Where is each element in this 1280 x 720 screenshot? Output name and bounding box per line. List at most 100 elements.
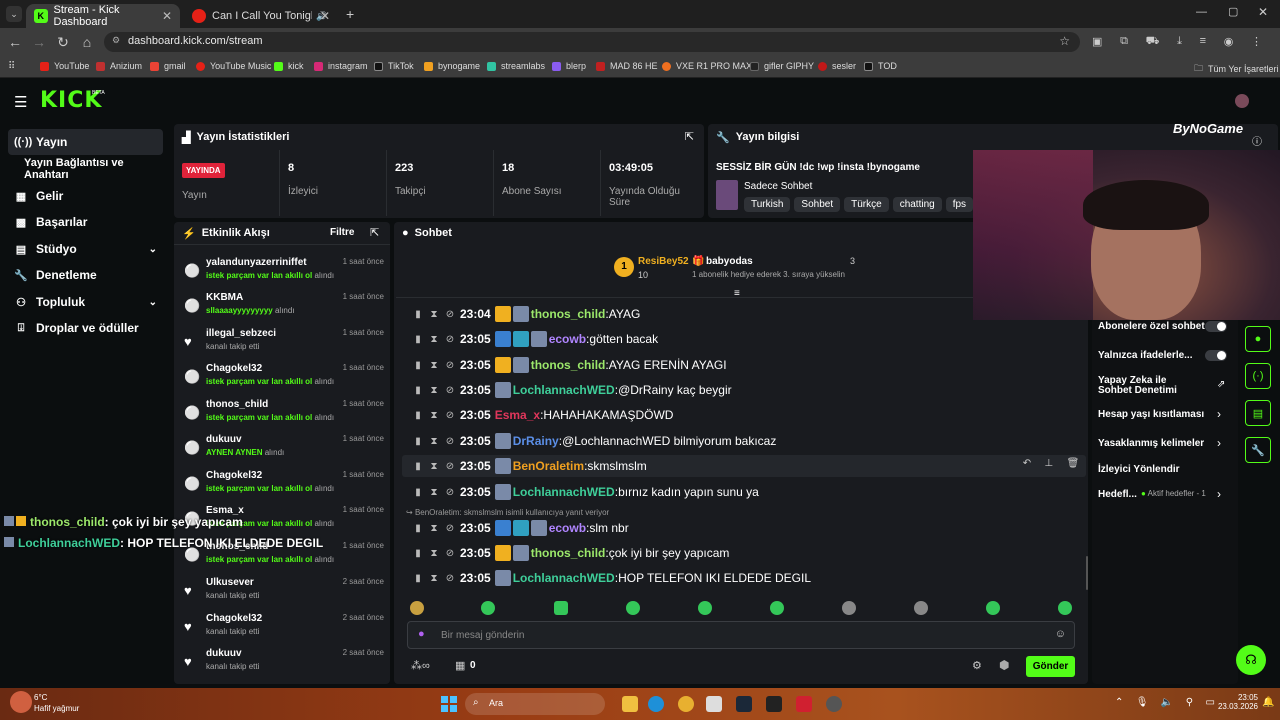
bookmark-item[interactable]: instagram [314, 61, 368, 71]
emote-icon[interactable] [698, 601, 712, 615]
taskbar-search[interactable]: ⌕ Ara [465, 693, 605, 715]
store-icon[interactable]: ▦ [455, 659, 465, 672]
bookmark-item[interactable]: TikTok [374, 61, 414, 71]
download-icon[interactable]: ⤓ [1177, 35, 1182, 49]
emote-icon[interactable] [554, 601, 568, 615]
activity-item[interactable]: ♥ Chagokel32 kanalı takip etti 2 saat önce [180, 613, 384, 649]
tab-kick-dashboard[interactable]: K Stream - Kick Dashboard ✕ [26, 4, 180, 28]
trash-icon[interactable]: ▮ [410, 436, 426, 447]
info-icon[interactable]: ⓘ [1252, 133, 1262, 148]
extension-icon[interactable]: ▣ [1092, 35, 1102, 49]
chat-message[interactable]: ▮ ⧗ ⊘ 23:05 thonos_child: çok iyi bir şey ya… [410, 542, 729, 564]
profile-avatar-icon[interactable]: ◉ [1224, 35, 1234, 49]
broadcast-sidebar-button[interactable]: (·) [1245, 363, 1271, 389]
trash-icon[interactable]: ▮ [410, 523, 426, 534]
timeout-icon[interactable]: ⧗ [426, 523, 442, 534]
activity-item[interactable]: ♥ dukuuv kanalı takip etti 2 saat önce [180, 648, 384, 684]
bot-icon[interactable]: ⬢ [999, 658, 1009, 672]
trash-icon[interactable]: ▮ [410, 487, 426, 498]
message-user[interactable]: BenOraletim [513, 459, 584, 473]
message-user[interactable]: thonos_child [531, 358, 606, 372]
minimize-icon[interactable]: — [1196, 6, 1207, 18]
activity-item[interactable]: ♥ Ulkusever kanalı takip etti 2 saat önce [180, 577, 384, 613]
ban-icon[interactable]: ⊘ [442, 523, 458, 534]
activity-item[interactable]: ⚪ Chagokel32 istek parçam var lan akıllı o… [180, 470, 384, 506]
bookmark-item[interactable]: sesler [818, 61, 856, 71]
stream-title[interactable]: SESSİZ BİR GÜN !dc !wp !insta !bynogame [716, 162, 920, 173]
message-user[interactable]: LochlannachWED [513, 383, 615, 397]
timeout-icon[interactable]: ⧗ [426, 334, 442, 345]
trash-icon[interactable]: ▮ [410, 410, 426, 421]
nav-item-droplar[interactable]: ⍗ Droplar ve ödüller [8, 315, 163, 341]
timeout-icon[interactable]: ⧗ [426, 487, 442, 498]
message-user[interactable]: thonos_child [531, 546, 606, 560]
back-icon[interactable]: ← [6, 34, 24, 50]
bookmark-item[interactable]: kick [274, 61, 304, 71]
steam-icon[interactable] [736, 696, 752, 712]
close-icon[interactable]: ✕ [162, 9, 172, 23]
bookmark-item[interactable]: blerp [552, 61, 586, 71]
banned-words-setting[interactable]: Yasaklanmış kelimeler [1098, 438, 1204, 449]
ban-icon[interactable]: ⊘ [442, 334, 458, 345]
chat-message[interactable]: ▮ ⧗ ⊘ 23:05 thonos_child: AYAG ERENİN AYAGI [410, 354, 727, 376]
nav-item-stream-key[interactable]: Yayın Bağlantısı ve Anahtarı [18, 156, 170, 182]
clock[interactable]: 23:05 23.03.2026 [1214, 693, 1258, 711]
forward-icon[interactable]: → [30, 34, 48, 50]
volume-icon[interactable]: 🔈 [1161, 697, 1173, 708]
apps-icon[interactable]: ⠿ [8, 61, 15, 72]
activity-item[interactable]: ♥ illegal_sebzeci kanalı takip etti 1 saat … [180, 328, 384, 364]
puzzle-icon[interactable]: ⧉ [1120, 35, 1128, 49]
ban-icon[interactable]: ⊘ [442, 573, 458, 584]
timeout-icon[interactable]: ⧗ [426, 573, 442, 584]
message-user[interactable]: ecowb [549, 521, 586, 535]
site-info-icon[interactable]: ⚙ [112, 35, 120, 46]
activity-item[interactable]: ⚪ KKBMA sllaaaayyyyyyyyy alındı 1 saat önce [180, 292, 384, 328]
media-sidebar-button[interactable]: ▤ [1245, 400, 1271, 426]
ban-icon[interactable]: ⊘ [442, 385, 458, 396]
bookmark-item[interactable]: MAD 86 HE [596, 61, 658, 71]
account-age-setting[interactable]: Hesap yaşı kısıtlaması [1098, 409, 1204, 420]
emote-icon[interactable] [626, 601, 640, 615]
timeout-icon[interactable]: ⧗ [426, 436, 442, 447]
send-button[interactable]: Gönder [1026, 656, 1075, 677]
emote-icon[interactable] [410, 601, 424, 615]
trash-icon[interactable]: ▮ [410, 385, 426, 396]
reply-icon[interactable]: ↶ [1023, 458, 1031, 474]
message-user[interactable]: thonos_child [531, 307, 606, 321]
points-icon[interactable]: ⁂∞ [411, 659, 430, 672]
ban-icon[interactable]: ⊘ [442, 461, 458, 472]
ship-icon[interactable]: ⛟ [1146, 35, 1160, 49]
epic-games-icon[interactable] [766, 696, 782, 712]
new-tab-icon[interactable]: + [346, 6, 354, 22]
chevron-right-icon[interactable]: › [1217, 407, 1221, 421]
chat-input[interactable]: ● Bir mesaj gönderin ☺ [407, 621, 1075, 649]
message-user[interactable]: LochlannachWED [513, 485, 615, 499]
trash-icon[interactable]: ▮ [410, 309, 426, 320]
moderation-sidebar-button[interactable]: 🔧 [1245, 437, 1271, 463]
chat-message[interactable]: ▮ ⧗ ⊘ 23:05 LochlannachWED: HOP TELEFON IKI … [410, 567, 811, 589]
app-icon[interactable] [796, 696, 812, 712]
popout-icon[interactable]: ⇱ [685, 130, 694, 143]
notification-bell-icon[interactable]: 🔔 [1262, 697, 1274, 708]
emoji-picker-icon[interactable]: ☺ [1055, 628, 1066, 640]
timeout-icon[interactable]: ⧗ [426, 309, 442, 320]
delete-icon[interactable]: 🗑 [1067, 458, 1080, 474]
bookmark-item[interactable]: YouTube [40, 61, 89, 71]
tab-search-icon[interactable]: ⌄ [6, 6, 22, 22]
settings-gear-icon[interactable]: ⚙ [972, 659, 982, 672]
ban-icon[interactable]: ⊘ [442, 548, 458, 559]
trash-icon[interactable]: ▮ [410, 548, 426, 559]
message-user[interactable]: LochlannachWED [513, 571, 615, 585]
nav-item-gelir[interactable]: ▦ Gelir [8, 183, 163, 209]
support-headset-button[interactable]: ☊ [1236, 645, 1266, 675]
user-avatar[interactable] [1235, 94, 1249, 108]
maximize-icon[interactable]: ▢ [1228, 5, 1238, 18]
emote-icon[interactable] [986, 601, 1000, 615]
chevron-right-icon[interactable]: › [1217, 487, 1221, 501]
network-icon[interactable]: ⚲ [1186, 697, 1193, 708]
timeout-icon[interactable]: ⧗ [426, 360, 442, 371]
trash-icon[interactable]: ▮ [410, 573, 426, 584]
trash-icon[interactable]: ▮ [410, 360, 426, 371]
nav-item-basarilar[interactable]: ▩ Başarılar [8, 209, 163, 235]
goals-setting[interactable]: Hedefl... [1098, 489, 1137, 500]
